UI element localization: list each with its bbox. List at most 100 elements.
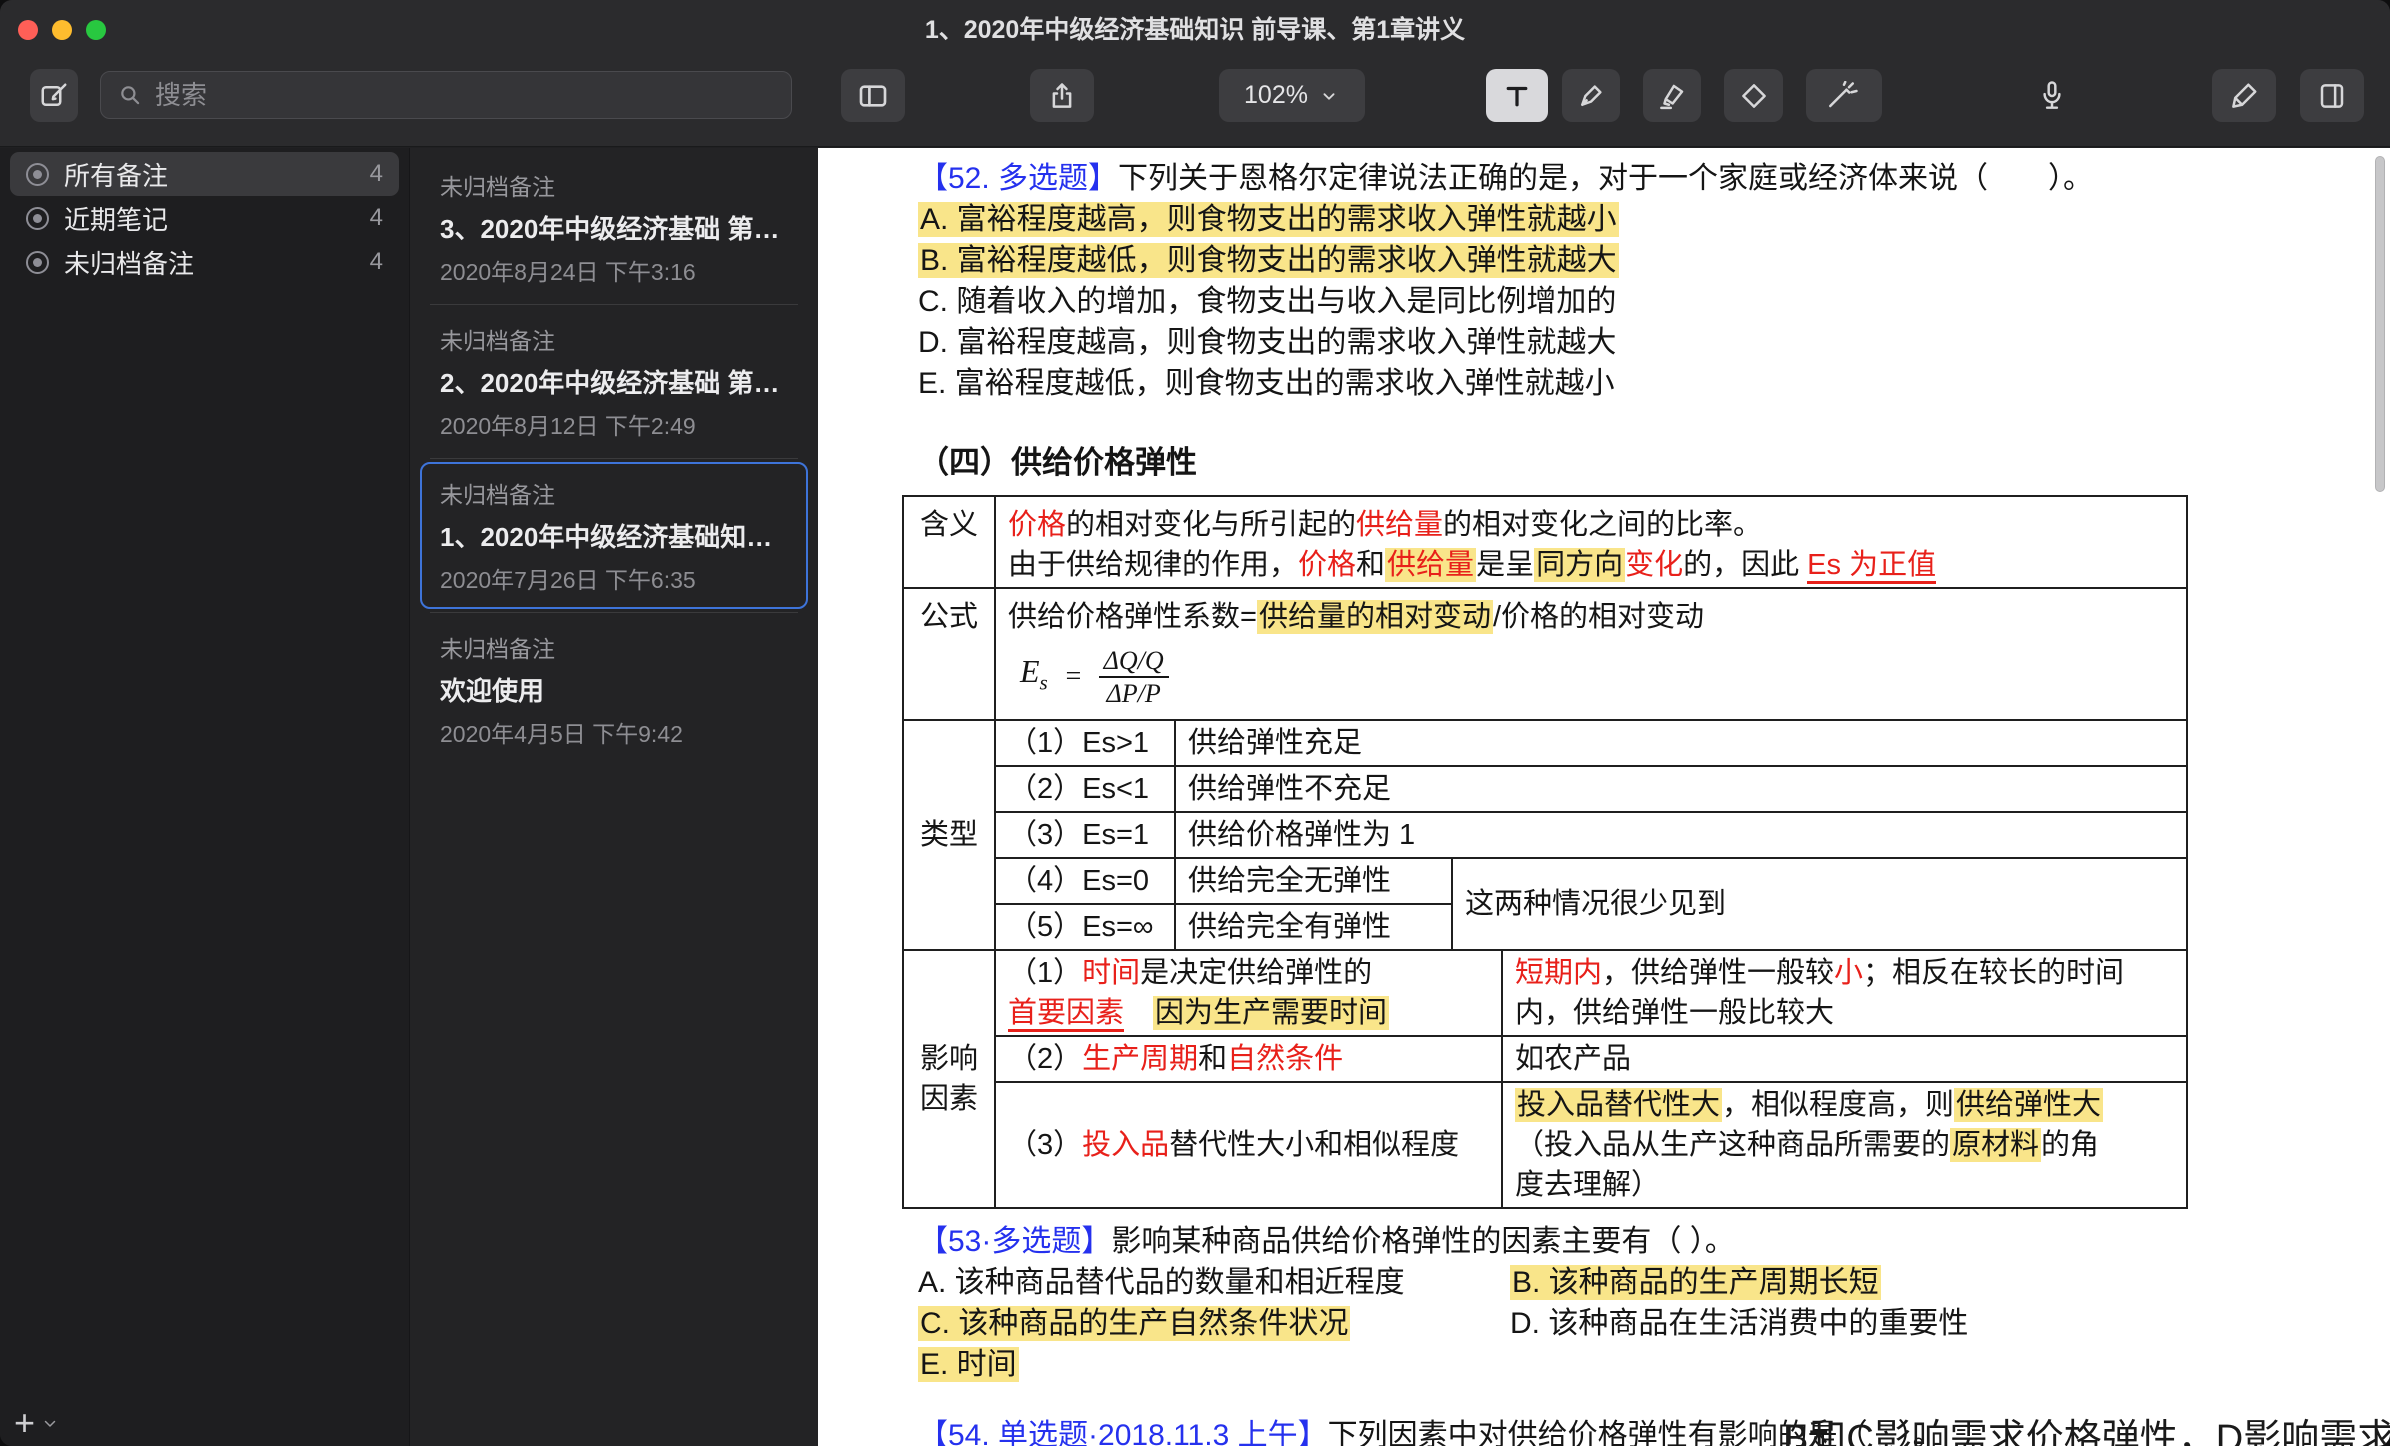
scrollbar[interactable] xyxy=(2375,156,2385,492)
page-view-icon xyxy=(2317,81,2347,111)
microphone-icon xyxy=(2037,80,2067,112)
add-button[interactable]: + xyxy=(14,1404,35,1442)
formula-equals: = xyxy=(1064,657,1083,697)
pen-tool-button[interactable] xyxy=(1562,69,1620,122)
type-label: （3）Es=1 xyxy=(995,812,1175,858)
q53-option-row: A. 该种商品替代品的数量和相近程度 B. 该种商品的生产周期长短 xyxy=(918,1262,2390,1303)
traffic-lights xyxy=(18,20,106,40)
formula-cell: 供给价格弹性系数=供给量的相对变动/价格的相对变动 Es = ΔQ/Q ΔP/P xyxy=(995,588,2187,720)
row-label-formula: 公式 xyxy=(903,588,995,720)
content-area: 所有备注 4 近期笔记 4 未归档备注 4 未归档备注 3、2020年中级经济基… xyxy=(0,148,2390,1446)
q52-option: C. 随着收入的增加，食物支出与收入是同比例增加的 xyxy=(918,281,2390,322)
note-folder: 未归档备注 xyxy=(440,476,788,510)
q52-option: D. 富裕程度越高，则食物支出的需求收入弹性就越大 xyxy=(918,322,2390,363)
type-label: （4）Es=0 xyxy=(995,858,1175,904)
q53-option: E. 时间 xyxy=(918,1344,1510,1385)
handwritten-annotation: B和C影响需求价格弹性，D影响需求 xyxy=(1783,1419,2390,1446)
folder-circle-icon xyxy=(26,163,49,186)
types-note: 这两种情况很少见到 xyxy=(1452,858,2187,950)
share-icon xyxy=(1047,81,1077,111)
sidebar-item-label: 所有备注 xyxy=(64,156,355,193)
note-folder: 未归档备注 xyxy=(440,168,788,202)
note-date: 2020年7月26日 下午6:35 xyxy=(440,561,788,595)
factor-left: （3）投入品替代性大小和相似程度 xyxy=(995,1082,1502,1208)
folder-circle-icon xyxy=(26,207,49,230)
page-controls: + xyxy=(14,1404,59,1442)
sidebar-item-recent-notes[interactable]: 近期笔记 4 xyxy=(10,196,399,240)
sidebar-item-unfiled-notes[interactable]: 未归档备注 4 xyxy=(10,240,399,284)
q53-option-row: C. 该种商品的生产自然条件状况 D. 该种商品在生活消费中的重要性 xyxy=(918,1303,2390,1344)
note-separator xyxy=(430,612,798,613)
app-window: 1、2020年中级经济基础知识 前导课、第1章讲义 102% xyxy=(0,0,2390,1446)
type-desc: 供给完全无弹性 xyxy=(1175,858,1452,904)
type-desc: 供给价格弹性为 1 xyxy=(1175,812,2187,858)
zoom-window-button[interactable] xyxy=(86,20,106,40)
sidebar-item-count: 4 xyxy=(370,248,383,276)
annotation-pen-icon xyxy=(2229,81,2259,111)
q53-option: B. 该种商品的生产周期长短 xyxy=(1510,1262,1881,1303)
sidebar-item-label: 近期笔记 xyxy=(64,200,355,237)
type-desc: 供给完全有弹性 xyxy=(1175,904,1452,950)
factor-left: （2）生产周期和自然条件 xyxy=(995,1036,1502,1082)
type-desc: 供给弹性充足 xyxy=(1175,720,2187,766)
note-date: 2020年8月24日 下午3:16 xyxy=(440,253,788,287)
text-tool-icon xyxy=(1502,81,1532,111)
factor-right: 短期内，供给弹性一般较小；相反在较长的时间内，供给弹性一般比较大 xyxy=(1502,950,2187,1036)
note-list-item[interactable]: 未归档备注 欢迎使用 2020年4月5日 下午9:42 xyxy=(420,616,808,763)
collapse-chevron-icon[interactable] xyxy=(41,1414,59,1432)
compose-button[interactable] xyxy=(30,69,78,122)
note-list: 未归档备注 3、2020年中级经济基础 第… 2020年8月24日 下午3:16… xyxy=(409,148,818,1446)
highlighter-tool-button[interactable] xyxy=(1643,69,1701,122)
factor-right: 投入品替代性大，相似程度高，则供给弹性大（投入品从生产这种商品所需要的原材料的角… xyxy=(1502,1082,2187,1208)
text-tool-button[interactable] xyxy=(1486,69,1548,122)
q52-option: E. 富裕程度越低，则食物支出的需求收入弹性就越小 xyxy=(918,363,2390,404)
note-list-item[interactable]: 未归档备注 2、2020年中级经济基础 第… 2020年8月12日 下午2:49 xyxy=(420,308,808,455)
formula-fraction: ΔQ/Q ΔP/P xyxy=(1099,645,1169,709)
highlighter-icon xyxy=(1657,81,1687,111)
note-title: 3、2020年中级经济基础 第… xyxy=(440,209,788,246)
note-list-item-selected[interactable]: 未归档备注 1、2020年中级经济基础知… 2020年7月26日 下午6:35 xyxy=(420,462,808,609)
q52-option: B. 富裕程度越低，则食物支出的需求收入弹性就越大 xyxy=(918,240,2390,281)
formula-text: 供给价格弹性系数=供给量的相对变动/价格的相对变动 xyxy=(1008,597,2174,637)
sidebar-toggle-button[interactable] xyxy=(841,69,905,122)
q53-option: D. 该种商品在生活消费中的重要性 xyxy=(1510,1303,1968,1344)
note-title: 欢迎使用 xyxy=(440,671,788,708)
q53-option: C. 该种商品的生产自然条件状况 xyxy=(918,1303,1510,1344)
row-label-meaning: 含义 xyxy=(903,496,995,588)
type-desc: 供给弹性不充足 xyxy=(1175,766,2187,812)
eraser-icon xyxy=(1739,81,1769,111)
compose-icon xyxy=(39,81,69,111)
eraser-tool-button[interactable] xyxy=(1724,69,1783,122)
sidebar-toggle-icon xyxy=(857,80,889,112)
meaning-cell: 价格的相对变化与所引起的供给量的相对变化之间的比率。由于供给规律的作用，价格和供… xyxy=(995,496,2187,588)
search-icon xyxy=(117,82,143,108)
document-page: 【52. 多选题】下列关于恩格尔定律说法正确的是，对于一个家庭或经济体来说（ ）… xyxy=(818,148,2390,1446)
minimize-window-button[interactable] xyxy=(52,20,72,40)
row-label-factors: 影响 因素 xyxy=(903,950,995,1208)
note-title: 1、2020年中级经济基础知… xyxy=(440,517,788,554)
dictation-button[interactable] xyxy=(2020,69,2084,122)
note-separator xyxy=(430,458,798,459)
formula-lhs: Es xyxy=(1020,651,1048,702)
close-window-button[interactable] xyxy=(18,20,38,40)
type-label: （2）Es<1 xyxy=(995,766,1175,812)
page-view-button[interactable] xyxy=(2300,69,2364,122)
sidebar-item-all-notes[interactable]: 所有备注 4 xyxy=(10,152,399,196)
supply-elasticity-table: 含义 价格的相对变化与所引起的供给量的相对变化之间的比率。由于供给规律的作用，价… xyxy=(902,495,2188,1209)
share-button[interactable] xyxy=(1030,69,1094,122)
laser-pointer-icon xyxy=(1825,81,1863,111)
search-input[interactable] xyxy=(155,80,775,111)
titlebar: 1、2020年中级经济基础知识 前导课、第1章讲义 xyxy=(0,0,2390,60)
sidebar-item-count: 4 xyxy=(370,160,383,188)
annotation-pen-button[interactable] xyxy=(2212,69,2276,122)
note-list-item[interactable]: 未归档备注 3、2020年中级经济基础 第… 2020年8月24日 下午3:16 xyxy=(420,154,808,301)
q53-option: A. 该种商品替代品的数量和相近程度 xyxy=(918,1262,1510,1303)
note-folder: 未归档备注 xyxy=(440,630,788,664)
laser-pointer-tool-button[interactable] xyxy=(1806,69,1882,122)
note-title: 2、2020年中级经济基础 第… xyxy=(440,363,788,400)
chevron-down-icon xyxy=(1318,85,1340,107)
sidebar-item-count: 4 xyxy=(370,204,383,232)
toolbar: 102% xyxy=(0,60,2390,147)
zoom-control[interactable]: 102% xyxy=(1219,69,1365,122)
question-52: 【52. 多选题】下列关于恩格尔定律说法正确的是，对于一个家庭或经济体来说（ ）… xyxy=(918,158,2390,199)
